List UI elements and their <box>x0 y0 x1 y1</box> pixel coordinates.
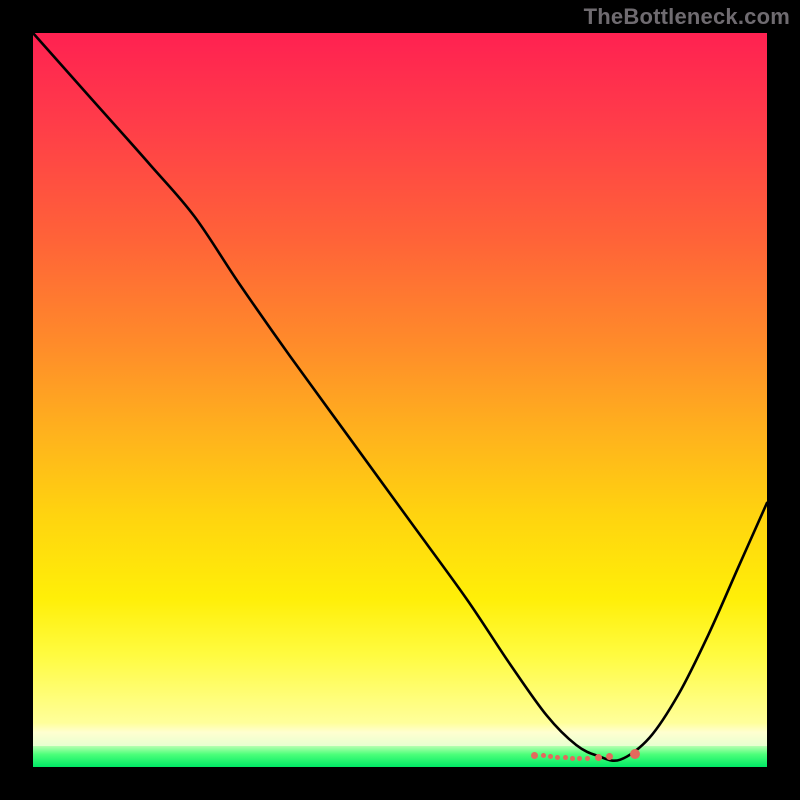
optimal-marker <box>563 755 568 760</box>
plot-area <box>33 33 767 767</box>
optimal-marker <box>606 753 613 760</box>
attribution-label: TheBottleneck.com <box>584 4 790 30</box>
optimal-marker <box>585 756 590 761</box>
optimal-marker <box>630 749 640 759</box>
bottleneck-curve <box>33 33 767 761</box>
optimal-marker <box>570 756 575 761</box>
curve-svg <box>33 33 767 767</box>
optimal-marker <box>595 754 602 761</box>
chart-frame: TheBottleneck.com <box>0 0 800 800</box>
optimal-marker <box>531 752 538 759</box>
